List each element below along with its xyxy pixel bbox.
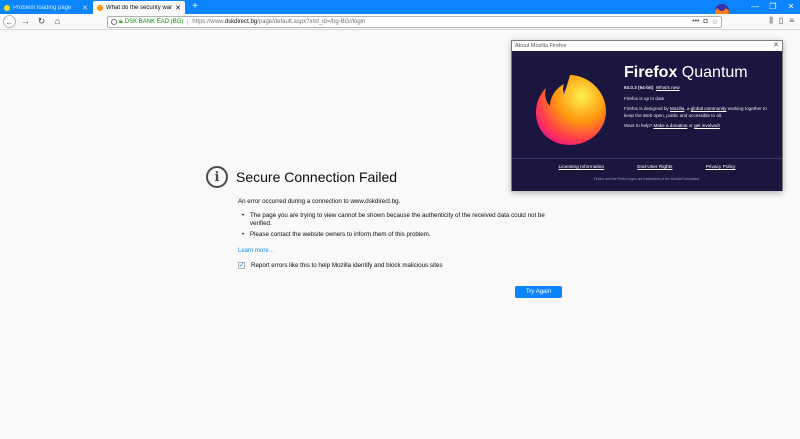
minimize-button[interactable]: —	[746, 0, 764, 14]
toolbar-right: ⫼ ▯ ≡	[769, 16, 794, 26]
maximize-button[interactable]: ❐	[764, 0, 782, 14]
help-text: Want to help? Make a donation or get inv…	[624, 123, 774, 130]
library-icon[interactable]: ⫼	[769, 16, 773, 26]
about-firefox-dialog: About Mozilla Firefox ✕ Firefox Quantum	[511, 40, 783, 191]
version-text: 63.0.3 (64-bit)	[624, 85, 654, 90]
report-errors-checkbox[interactable]: ✓	[238, 262, 245, 269]
bookmark-star-icon[interactable]: ☆	[712, 18, 718, 26]
help-or: or	[688, 123, 693, 128]
error-bullets: The page you are trying to view cannot b…	[242, 212, 562, 242]
brand-name: Firefox Quantum	[624, 64, 748, 82]
about-links: Licensing Information End-User Rights Pr…	[512, 165, 782, 170]
about-content: Firefox Quantum 63.0.3 (64-bit) What's n…	[512, 51, 782, 191]
get-involved-link[interactable]: get involved!	[694, 123, 720, 128]
close-dialog-icon[interactable]: ✕	[773, 41, 779, 51]
divider	[512, 158, 782, 159]
tab-strip: Problem loading page ✕ What do the secur…	[0, 0, 800, 18]
tab-security-warning[interactable]: What do the security warnin ✕	[93, 1, 185, 14]
trademark-notice: Firefox and the Firefox logos are tradem…	[593, 177, 701, 181]
error-description: An error occurred during a connection to…	[238, 198, 401, 205]
certificate-owner[interactable]: DSK BANK EAD (BG)	[125, 19, 189, 25]
firefox-logo-icon	[536, 75, 606, 145]
tab-title: What do the security warnin	[106, 4, 173, 11]
close-tab-icon[interactable]: ✕	[82, 4, 88, 12]
url-text[interactable]: https://www.dskdirect.bg/page/default.as…	[192, 19, 692, 25]
list-item: Please contact the website owners to inf…	[242, 231, 562, 239]
whats-new-link[interactable]: What's new	[656, 85, 680, 90]
close-window-button[interactable]: ✕	[782, 0, 800, 14]
about-info: 63.0.3 (64-bit) What's new Firefox is up…	[624, 85, 774, 130]
report-errors-label[interactable]: Report errors like this to help Mozilla …	[251, 262, 443, 269]
error-header: i Secure Connection Failed	[206, 166, 397, 188]
donation-link[interactable]: Make a donation	[653, 123, 687, 128]
menu-icon[interactable]: ≡	[789, 16, 794, 26]
home-icon[interactable]: ⌂	[51, 15, 64, 28]
brand-first: Firefox	[624, 64, 678, 81]
report-errors-row: ✓ Report errors like this to help Mozill…	[238, 262, 443, 269]
brand-second: Quantum	[681, 64, 748, 81]
tab-title: Problem loading page	[13, 4, 72, 11]
pocket-icon[interactable]: ◘	[703, 18, 707, 26]
info-icon[interactable]	[111, 19, 117, 25]
dialog-title: About Mozilla Firefox	[512, 41, 782, 51]
firefox-favicon-icon	[97, 4, 103, 11]
forward-icon[interactable]: →	[19, 15, 32, 28]
url-bar[interactable]: 🔒︎ DSK BANK EAD (BG) https://www.dskdire…	[107, 16, 722, 28]
back-icon[interactable]: ←	[3, 15, 16, 28]
close-tab-icon[interactable]: ✕	[175, 4, 181, 12]
try-again-button[interactable]: Try Again	[515, 286, 562, 298]
privacy-policy-link[interactable]: Privacy Policy	[706, 165, 736, 170]
lock-icon[interactable]: 🔒︎	[119, 18, 123, 26]
list-item: The page you are trying to view cannot b…	[242, 212, 562, 228]
designed-mid: , a	[684, 106, 690, 111]
warning-favicon-icon	[4, 4, 10, 11]
reload-icon[interactable]: ↻	[35, 15, 48, 28]
mozilla-link[interactable]: Mozilla	[670, 106, 684, 111]
tab-problem-loading[interactable]: Problem loading page ✕	[0, 1, 92, 14]
url-actions: ••• ◘ ☆	[692, 18, 718, 26]
error-title: Secure Connection Failed	[236, 169, 398, 185]
end-user-rights-link[interactable]: End-User Rights	[637, 165, 672, 170]
page-actions-icon[interactable]: •••	[692, 18, 699, 26]
window-controls: — ❐ ✕	[746, 0, 800, 14]
designed-by-text: Firefox is designed by Mozilla, a global…	[624, 106, 774, 119]
global-community-link[interactable]: global community	[691, 106, 727, 111]
designed-prefix: Firefox is designed by	[624, 106, 669, 111]
url-path: /page/default.aspx?xml_id=/bg-BG//login	[257, 19, 366, 25]
url-domain: dskdirect.bg	[224, 19, 258, 25]
url-prefix: https://www.	[192, 19, 225, 25]
help-prefix: Want to help?	[624, 123, 653, 128]
sidebar-icon[interactable]: ▯	[779, 16, 783, 26]
update-status: Firefox is up to date	[624, 95, 665, 101]
info-circle-icon: i	[206, 166, 228, 188]
new-tab-button[interactable]: +	[189, 0, 201, 14]
licensing-info-link[interactable]: Licensing Information	[559, 165, 605, 170]
learn-more-link[interactable]: Learn more…	[238, 248, 275, 254]
